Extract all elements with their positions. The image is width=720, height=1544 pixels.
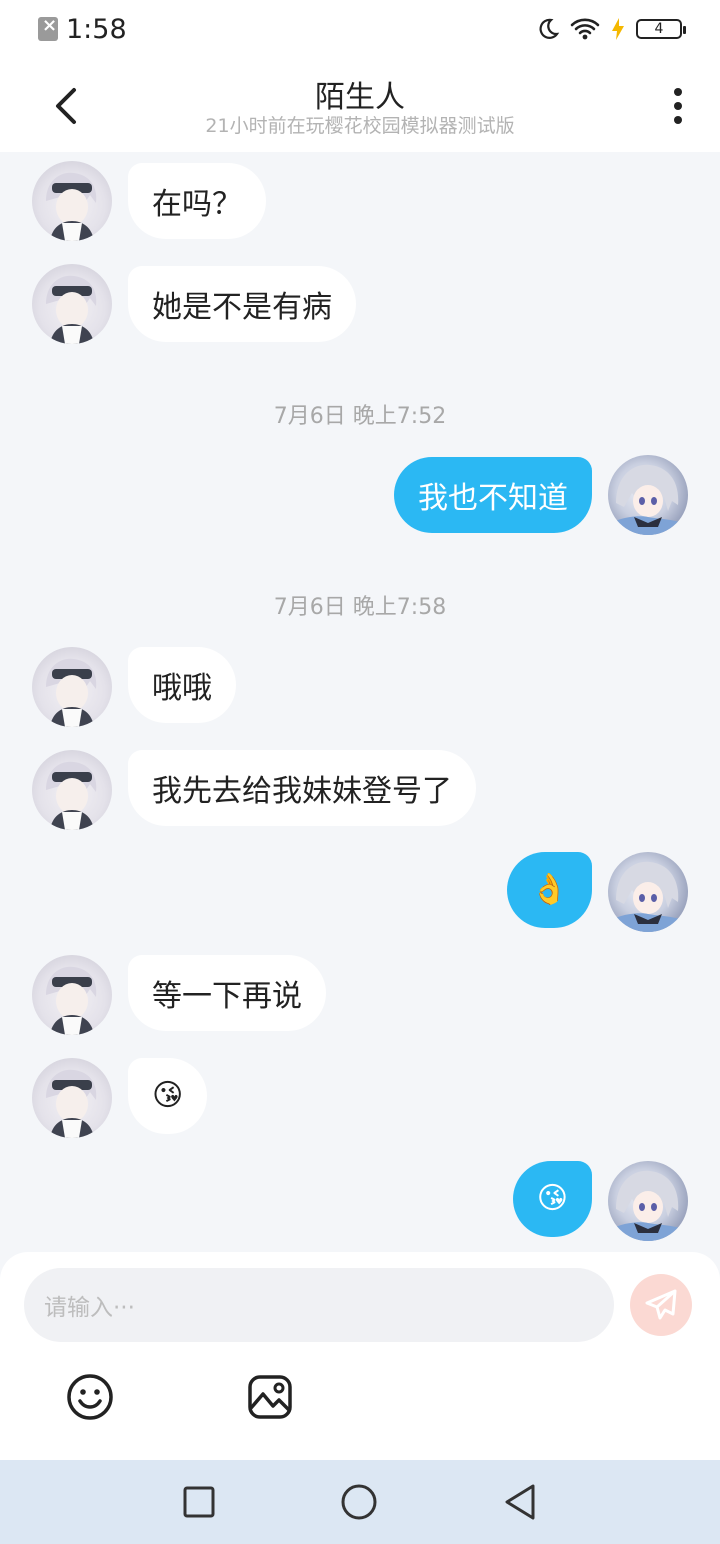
battery-level: 4 bbox=[654, 21, 664, 37]
contact-avatar[interactable] bbox=[32, 955, 112, 1035]
send-icon bbox=[645, 1289, 677, 1320]
emoji-icon[interactable] bbox=[65, 1372, 115, 1422]
message-text: 我先去给我妹妹登号了 bbox=[152, 774, 452, 809]
contact-avatar[interactable] bbox=[32, 1058, 112, 1138]
incoming-message-bubble[interactable]: 😘 bbox=[128, 1058, 208, 1134]
more-vertical-icon[interactable] bbox=[672, 86, 684, 126]
incoming-message-bubble[interactable]: 哦哦 bbox=[128, 647, 236, 723]
outgoing-message-bubble[interactable]: 我也不知道 bbox=[394, 457, 592, 533]
message-text: 在吗？ bbox=[152, 187, 242, 222]
message-emoji: 👌 bbox=[530, 872, 568, 907]
home-icon[interactable] bbox=[341, 1484, 377, 1520]
charging-icon bbox=[612, 18, 624, 40]
message-emoji: 😘 bbox=[536, 1181, 568, 1216]
message-row: 等一下再说 bbox=[0, 955, 720, 1035]
timestamp: 7月6日 晚上7:52 bbox=[273, 404, 447, 429]
composer: 请输入··· bbox=[0, 1252, 720, 1460]
message-row: 😘 bbox=[0, 1161, 720, 1241]
timestamp: 7月6日 晚上7:58 bbox=[273, 595, 447, 620]
message-row: 在吗？ bbox=[0, 161, 720, 241]
user-avatar[interactable] bbox=[608, 1161, 688, 1241]
message-text: 我也不知道 bbox=[418, 481, 568, 516]
contact-name: 陌生人 bbox=[315, 80, 405, 115]
wifi-icon bbox=[570, 18, 600, 40]
status-bar: 1:58 4 bbox=[0, 0, 720, 58]
message-list[interactable]: 在吗？ 她是不是有病 7月6日 晚上7:52 我也不知道 7月6日 晚上7:58… bbox=[0, 152, 720, 1252]
message-text: 哦哦 bbox=[152, 671, 212, 706]
image-icon[interactable] bbox=[245, 1372, 295, 1422]
chat-header: 陌生人 21小时前在玩樱花校园模拟器测试版 bbox=[0, 58, 720, 152]
message-row: 她是不是有病 bbox=[0, 264, 720, 344]
contact-avatar[interactable] bbox=[32, 750, 112, 830]
incoming-message-bubble[interactable]: 在吗？ bbox=[128, 163, 266, 239]
recent-apps-icon[interactable] bbox=[183, 1486, 215, 1518]
message-input[interactable]: 请输入··· bbox=[24, 1268, 614, 1342]
system-nav-bar bbox=[0, 1460, 720, 1544]
user-avatar[interactable] bbox=[608, 852, 688, 932]
outgoing-message-bubble[interactable]: 👌 bbox=[506, 852, 592, 928]
incoming-message-bubble[interactable]: 等一下再说 bbox=[128, 955, 326, 1031]
send-button[interactable] bbox=[630, 1274, 692, 1336]
contact-avatar[interactable] bbox=[32, 264, 112, 344]
user-avatar[interactable] bbox=[608, 455, 688, 535]
message-text: 她是不是有病 bbox=[152, 290, 332, 325]
chat-screen: 1:58 4 陌生人 21小时前在玩樱花校园模拟器测试版 在吗？ 她是 bbox=[0, 0, 720, 1544]
contact-status: 21小时前在玩樱花校园模拟器测试版 bbox=[205, 115, 515, 137]
incoming-message-bubble[interactable]: 我先去给我妹妹登号了 bbox=[128, 750, 476, 826]
status-time: 1:58 bbox=[66, 13, 127, 45]
message-row: 👌 bbox=[0, 852, 720, 932]
message-row: 哦哦 bbox=[0, 647, 720, 727]
no-sim-icon bbox=[38, 15, 58, 41]
incoming-message-bubble[interactable]: 她是不是有病 bbox=[128, 266, 356, 342]
message-input-placeholder: 请输入··· bbox=[44, 1295, 135, 1321]
contact-avatar[interactable] bbox=[32, 647, 112, 727]
message-row: 我先去给我妹妹登号了 bbox=[0, 750, 720, 830]
message-row: 我也不知道 bbox=[0, 455, 720, 535]
message-row: 😘 bbox=[0, 1058, 720, 1138]
contact-avatar[interactable] bbox=[32, 161, 112, 241]
back-nav-icon[interactable] bbox=[503, 1483, 537, 1521]
message-emoji: 😘 bbox=[152, 1078, 184, 1113]
message-text: 等一下再说 bbox=[152, 979, 302, 1014]
battery-icon: 4 bbox=[636, 19, 686, 39]
outgoing-message-bubble[interactable]: 😘 bbox=[512, 1161, 592, 1237]
moon-icon bbox=[539, 18, 560, 39]
